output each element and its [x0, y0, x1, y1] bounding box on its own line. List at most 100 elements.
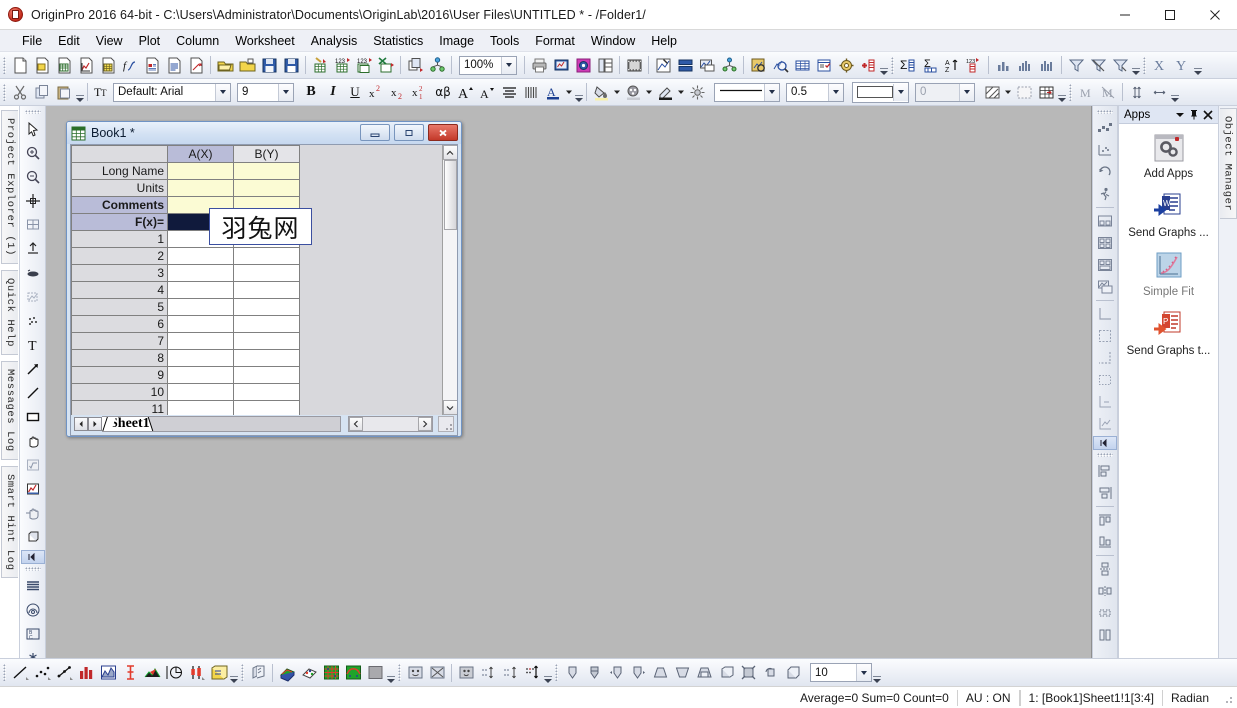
row-label-7[interactable]: 7: [71, 332, 168, 350]
style-overflow[interactable]: [1057, 81, 1066, 103]
menu-help[interactable]: Help: [643, 32, 685, 50]
greek-button[interactable]: αβ: [432, 81, 454, 103]
menu-window[interactable]: Window: [583, 32, 643, 50]
rotate-cw-icon[interactable]: [627, 662, 649, 684]
3d-scatter-icon[interactable]: [1093, 139, 1117, 161]
workbook-horizontal-scrollbar[interactable]: [348, 416, 433, 432]
rescale-icon[interactable]: [747, 54, 769, 76]
contour-color-icon[interactable]: [342, 662, 364, 684]
axis-bottom-left-icon[interactable]: [1093, 303, 1117, 325]
layer-management-icon[interactable]: [718, 54, 740, 76]
row-label-9[interactable]: 9: [71, 366, 168, 384]
line-plot-icon[interactable]: [9, 662, 31, 684]
align-left-icon[interactable]: [1093, 460, 1117, 482]
mask-on-icon[interactable]: [404, 662, 426, 684]
format-overflow[interactable]: [574, 81, 583, 103]
cell-a10[interactable]: [167, 383, 234, 401]
cell-a5[interactable]: [167, 298, 234, 316]
cut-icon[interactable]: [9, 81, 31, 103]
line-width-combo[interactable]: 0.5: [786, 82, 844, 102]
cell-b3[interactable]: [233, 264, 300, 282]
row-label-4[interactable]: 4: [71, 281, 168, 299]
merge-cells-icon[interactable]: M: [1075, 81, 1097, 103]
graph-toolbar-grip[interactable]: [1097, 110, 1113, 114]
row-label-2[interactable]: 2: [71, 247, 168, 265]
mask-off-icon[interactable]: [426, 662, 448, 684]
data-reader-icon[interactable]: [21, 237, 45, 261]
new-workbook-icon[interactable]: [53, 54, 75, 76]
statistics-on-columns-icon[interactable]: Σ: [897, 54, 919, 76]
zoom-dropdown-arrow[interactable]: [501, 56, 516, 74]
scroll-up-button[interactable]: [442, 145, 457, 160]
column-width-icon[interactable]: [1148, 81, 1170, 103]
italic-button[interactable]: I: [322, 81, 344, 103]
graph-toolbar-expander[interactable]: [1093, 436, 1117, 450]
sidebar-item-object-manager[interactable]: Object Manager: [1219, 108, 1237, 220]
menu-edit[interactable]: Edit: [50, 32, 88, 50]
sort-worksheet-icon[interactable]: AZ: [941, 54, 963, 76]
layer-2x2-icon[interactable]: [1093, 232, 1117, 254]
mask-show-icon[interactable]: [455, 662, 477, 684]
close-button[interactable]: [1192, 0, 1237, 30]
filter-clear-icon[interactable]: [1087, 54, 1109, 76]
new-graph-icon[interactable]: [75, 54, 97, 76]
row-label-6[interactable]: 6: [71, 315, 168, 333]
font-icon[interactable]: TT: [91, 81, 113, 103]
arrow-style-combo[interactable]: [852, 81, 909, 103]
error-bar-icon[interactable]: [119, 662, 141, 684]
move-backward-icon[interactable]: [583, 662, 605, 684]
unmerge-cells-icon[interactable]: M: [1097, 81, 1119, 103]
row-height-icon[interactable]: [1126, 81, 1148, 103]
column-header-b[interactable]: B(Y): [233, 145, 300, 163]
hscroll-right-button[interactable]: [418, 417, 432, 431]
line-color-icon[interactable]: [654, 81, 676, 103]
runner-icon[interactable]: [1093, 183, 1117, 205]
hscroll-left-button[interactable]: [349, 417, 363, 431]
3d-scatter-plot-icon[interactable]: [298, 662, 320, 684]
font-color-icon[interactable]: A: [542, 81, 564, 103]
cell-b5[interactable]: [233, 298, 300, 316]
light-icon[interactable]: [686, 81, 708, 103]
line-symbol-icon[interactable]: [53, 662, 75, 684]
3d-bar-icon[interactable]: [207, 662, 229, 684]
plot-overflow-1[interactable]: [229, 662, 238, 684]
row-label-11[interactable]: 11: [71, 400, 168, 415]
superscript-button[interactable]: x2: [366, 81, 388, 103]
long-name-cell-a[interactable]: [167, 162, 234, 180]
select-data-icon[interactable]: [521, 662, 543, 684]
new-function-plot-icon[interactable]: f: [119, 54, 141, 76]
swap-x-icon[interactable]: [477, 662, 499, 684]
meta-label-comments[interactable]: Comments: [71, 196, 168, 214]
copy-icon[interactable]: [31, 81, 53, 103]
pan-xy-icon[interactable]: [21, 501, 45, 525]
pan-icon[interactable]: [21, 429, 45, 453]
cell-b4[interactable]: [233, 281, 300, 299]
merge-graph-icon[interactable]: [674, 54, 696, 76]
font-size-arrow[interactable]: [278, 83, 293, 101]
sheet-next-button[interactable]: [88, 417, 102, 431]
extract-graph-icon[interactable]: [696, 54, 718, 76]
3d-wall-icon[interactable]: [247, 662, 269, 684]
3d-rotate-icon[interactable]: [21, 525, 45, 549]
worksheet-table[interactable]: A(X) B(Y) Long Name Units Comments F(x)=…: [71, 145, 300, 415]
region-zoom-icon[interactable]: [21, 477, 45, 501]
maximize-button[interactable]: [1147, 0, 1192, 30]
scatter-matrix-icon[interactable]: [1093, 117, 1117, 139]
skew-icon[interactable]: [715, 662, 737, 684]
menu-worksheet[interactable]: Worksheet: [227, 32, 303, 50]
text-tool-icon[interactable]: T: [21, 333, 45, 357]
toolbar-overflow-1[interactable]: [879, 54, 888, 76]
worksheet-corner-cell[interactable]: [71, 145, 168, 163]
rectangle-tool-icon[interactable]: [21, 405, 45, 429]
fill-color-icon[interactable]: [590, 81, 612, 103]
new-notes-icon[interactable]: [163, 54, 185, 76]
cell-b9[interactable]: [233, 366, 300, 384]
distribute-v-icon[interactable]: [1093, 624, 1117, 646]
close-icon[interactable]: [1201, 108, 1215, 122]
format-toolbar-grip[interactable]: [3, 83, 6, 101]
font-color-dropdown[interactable]: [564, 81, 574, 103]
new-matrix-icon[interactable]: [97, 54, 119, 76]
save-template-icon[interactable]: [280, 54, 302, 76]
screen-reader-icon[interactable]: [21, 189, 45, 213]
cell-a8[interactable]: [167, 349, 234, 367]
